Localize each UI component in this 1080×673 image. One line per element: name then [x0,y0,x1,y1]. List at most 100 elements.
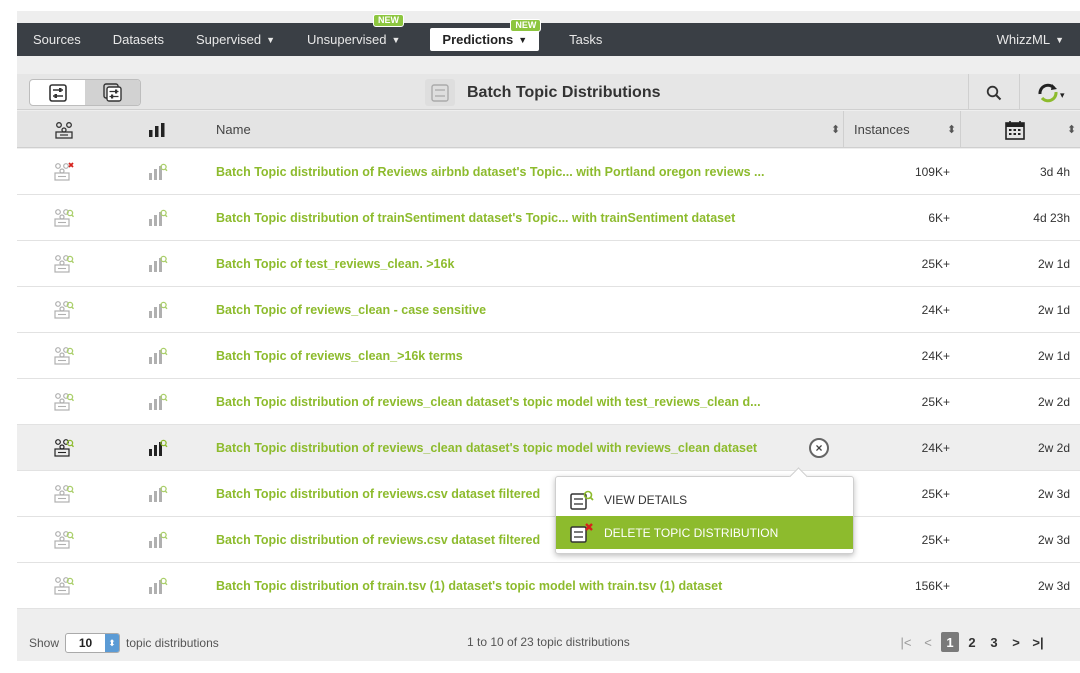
table-row[interactable]: Batch Topic distribution of reviews_clea… [17,425,1080,471]
table-row[interactable]: Batch Topic of reviews_clean - case sens… [17,287,1080,333]
refresh-button[interactable]: ▾ [1032,79,1072,106]
model-type-column-header[interactable] [55,111,73,148]
row-name-link[interactable]: Batch Topic distribution of reviews_clea… [216,425,836,471]
page-title-text: Batch Topic Distributions [467,83,661,101]
delete-menu-item[interactable]: DELETE TOPIC DISTRIBUTION [556,516,853,549]
row-age: 2w 3d [1037,579,1070,593]
topic-model-icon [17,241,111,287]
delete-icon [570,522,604,543]
last-page-icon[interactable]: >| [1029,632,1047,652]
row-instances: 25K+ [921,395,950,409]
row-age: 2w 1d [1037,257,1070,271]
row-name-link[interactable]: Batch Topic of reviews_clean - case sens… [216,287,836,333]
prev-page-icon[interactable]: < [919,632,937,652]
table-row[interactable]: Batch Topic of test_reviews_clean. >16k 2… [17,241,1080,287]
row-name-link[interactable]: Batch Topic distribution of trainSentime… [216,195,836,241]
row-age: 2w 3d [1037,487,1070,501]
topic-model-icon [17,333,111,379]
sort-icon[interactable]: ⬍ [831,123,840,136]
dataset-icon [111,287,205,333]
page-size-suffix: topic distributions [126,636,219,650]
row-age: 4d 23h [1033,211,1070,225]
page-3[interactable]: 3 [985,632,1003,652]
table-row[interactable]: Batch Topic distribution of train.tsv (1… [17,563,1080,609]
topic-model-icon [17,287,111,333]
dataset-icon [111,333,205,379]
row-instances: 25K+ [921,487,950,501]
table-row[interactable]: Batch Topic of reviews_clean_>16k terms 2… [17,333,1080,379]
view-details-icon [570,490,604,510]
batch-view-button[interactable] [85,80,140,105]
nav-datasets[interactable]: Datasets [97,23,180,56]
table-row[interactable]: Batch Topic distribution of trainSentime… [17,195,1080,241]
table-row[interactable]: Batch Topic distribution of reviews.csv … [17,517,1080,563]
caret-down-icon: ▼ [1055,34,1064,45]
row-name-link[interactable]: Batch Topic distribution of reviews_clea… [216,379,836,425]
topic-model-icon [17,517,111,563]
nav-supervised[interactable]: Supervised ▼ [180,23,291,56]
table-footer: Show 10 ⬍ topic distributions 1 to 10 of … [17,623,1080,661]
next-page-icon[interactable]: > [1007,632,1025,652]
dataset-column-header[interactable] [149,111,165,148]
page-size-control: Show 10 ⬍ topic distributions [29,633,219,653]
nav-sources[interactable]: Sources [17,23,97,56]
table-body: Batch Topic distribution of Reviews airb… [17,149,1080,609]
row-name-link[interactable]: Batch Topic distribution of train.tsv (1… [216,563,836,609]
page: Sources Datasets Supervised ▼ NEW Unsuper… [17,11,1080,661]
name-column-header[interactable]: Name [216,111,251,148]
sort-icon[interactable]: ⬍ [947,123,956,136]
nav-predictions[interactable]: NEW Predictions ▼ [430,19,542,51]
instances-column-header[interactable]: Instances [854,111,910,148]
nav-unsupervised-label: Unsupervised [306,32,387,47]
row-age: 3d 4h [1039,165,1070,179]
divider [843,111,844,148]
sliders-icon [48,83,67,102]
row-instances: 6K+ [928,211,950,225]
instances-column-label: Instances [854,122,910,137]
topic-model-icon [55,121,73,139]
search-button[interactable] [979,79,1009,106]
single-view-button[interactable] [30,80,85,105]
view-details-label: VIEW DETAILS [604,492,688,507]
nav-sources-label: Sources [33,32,81,47]
first-page-icon[interactable]: |< [897,632,915,652]
nav-unsupervised[interactable]: NEW Unsupervised ▼ [291,14,416,56]
table-row[interactable]: Batch Topic distribution of reviews.csv … [17,471,1080,517]
stacked-sliders-icon [102,82,122,102]
page-size-value: 10 [78,636,93,650]
row-instances: 25K+ [921,533,950,547]
dataset-icon [111,563,205,609]
row-name-link[interactable]: Batch Topic distribution of Reviews airb… [216,149,836,195]
row-instances: 24K+ [921,303,950,317]
pagination: |< < 1 2 3 > >| [897,632,1047,652]
nav-supervised-label: Supervised [196,32,262,47]
table-header: Name ⬍ Instances ⬍ ⬍ [17,111,1080,148]
delete-label: DELETE TOPIC DISTRIBUTION [604,525,779,540]
table-row[interactable]: Batch Topic distribution of reviews_clea… [17,379,1080,425]
page-size-select[interactable]: 10 ⬍ [65,633,121,653]
table-row[interactable]: Batch Topic distribution of Reviews airb… [17,149,1080,195]
view-details-menu-item[interactable]: VIEW DETAILS [556,483,853,516]
dataset-icon [111,149,205,195]
row-actions-close-icon[interactable]: × [809,438,829,458]
nav-tasks[interactable]: Tasks [553,23,618,56]
svg-text:▾: ▾ [1060,91,1065,101]
row-name-link[interactable]: Batch Topic of reviews_clean_>16k terms [216,333,836,379]
nav-whizzml[interactable]: WhizzML ▼ [981,23,1080,56]
age-column-header[interactable] [1005,111,1025,148]
row-age: 2w 3d [1037,533,1070,547]
divider [968,74,969,110]
top-nav: Sources Datasets Supervised ▼ NEW Unsuper… [17,14,1080,56]
topic-model-icon [17,471,111,517]
page-2[interactable]: 2 [963,632,981,652]
row-age: 2w 2d [1037,395,1070,409]
sort-icon[interactable]: ⬍ [1067,123,1076,136]
row-instances: 25K+ [921,257,950,271]
search-icon [986,85,1002,100]
row-name-link[interactable]: Batch Topic of test_reviews_clean. >16k [216,241,836,287]
row-context-menu: VIEW DETAILS DELETE TOPIC DISTRIBUTION [555,476,854,554]
dataset-icon [111,517,205,563]
divider [1019,74,1020,110]
divider [960,111,961,148]
page-1[interactable]: 1 [941,632,959,652]
